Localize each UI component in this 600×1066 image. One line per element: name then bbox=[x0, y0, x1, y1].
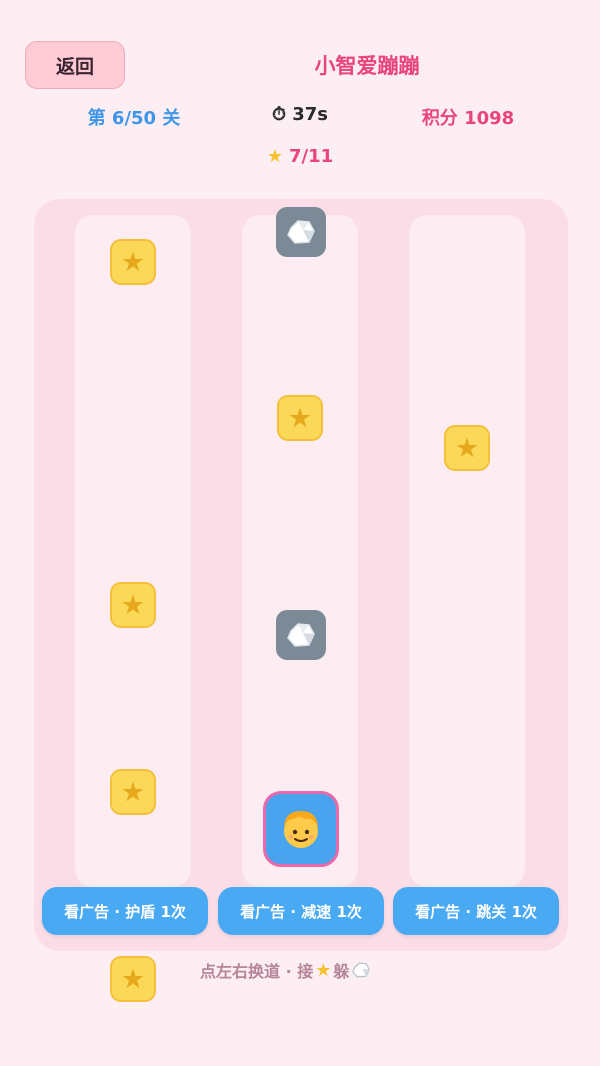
ad-skip-button[interactable]: 看广告 · 跳关 1次 bbox=[393, 887, 559, 935]
lane-middle[interactable] bbox=[242, 215, 358, 887]
controls-hint: 点左右换道 · 接 ★ 躲 bbox=[200, 958, 371, 982]
star-icon: ★ bbox=[315, 959, 332, 981]
star-pickup: ★ bbox=[110, 239, 156, 285]
rock-icon bbox=[352, 962, 371, 978]
star-pickup: ★ bbox=[444, 425, 490, 471]
rock-icon bbox=[287, 623, 315, 647]
star-pickup: ★ bbox=[110, 582, 156, 628]
back-button[interactable]: 返回 bbox=[25, 41, 125, 89]
lane-right[interactable] bbox=[409, 215, 525, 887]
hint-text-dodge: 躲 bbox=[333, 962, 350, 981]
star-pickup: ★ bbox=[277, 395, 323, 441]
level-indicator: 第 6/50 关 bbox=[87, 108, 181, 129]
blond-face-emoji-icon bbox=[284, 811, 318, 848]
player-character bbox=[263, 791, 339, 867]
stars-count: 7/11 bbox=[288, 146, 334, 167]
ad-shield-button[interactable]: 看广告 · 护盾 1次 bbox=[42, 887, 208, 935]
rock-obstacle bbox=[276, 610, 326, 660]
timer-display: ⏱ 37s bbox=[271, 104, 329, 125]
hint-text-prefix: 点左右换道 · 接 bbox=[200, 962, 314, 981]
game-title: 小智爱蹦蹦 bbox=[314, 54, 420, 78]
score-display: 积分 1098 bbox=[421, 108, 515, 129]
ad-slow-button[interactable]: 看广告 · 减速 1次 bbox=[218, 887, 384, 935]
rock-icon bbox=[287, 220, 315, 244]
star-pickup: ★ bbox=[110, 956, 156, 1002]
star-icon: ★ bbox=[266, 146, 283, 167]
stars-counter: ★ 7/11 bbox=[240, 146, 360, 167]
star-pickup: ★ bbox=[110, 769, 156, 815]
rock-obstacle bbox=[276, 207, 326, 257]
